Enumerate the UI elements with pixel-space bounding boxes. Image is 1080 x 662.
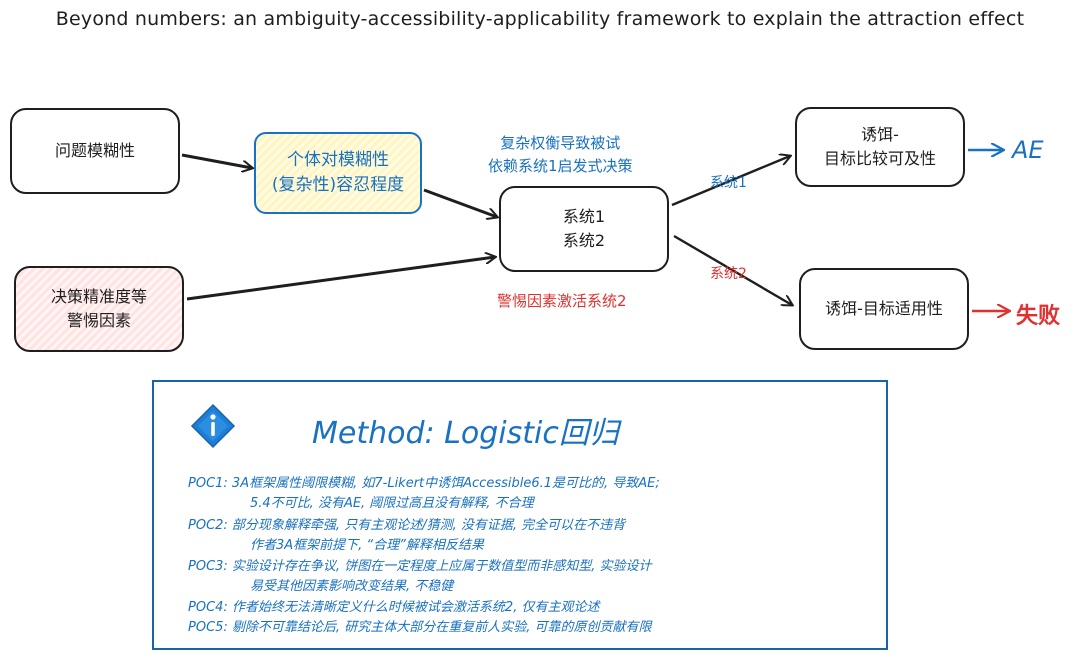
node-ambiguity-line: 问题模糊性 (54, 141, 135, 160)
node-systems-line-2: 系统2 (562, 231, 606, 250)
edge-label-system2: 系统2 (710, 266, 747, 282)
node-accessibility-line-1: 诱饵- (861, 125, 899, 144)
poc4-line-1: POC4: 作者始终无法清晰定义什么时候被试会激活系统2, 仅有主观论述 (188, 600, 600, 615)
node-vigilance-line-2: 警惕因素 (66, 311, 131, 330)
node-vigilance-line-1: 决策精准度等 (50, 287, 147, 306)
poc3-line-2: 易受其他因素影响改变结果, 不稳健 (250, 579, 454, 594)
poc2-line-1: POC2: 部分现象解释牵强, 只有主观论述/猜测, 没有证据, 完全可以在不违… (188, 518, 626, 533)
poc1-line-2: 5.4不可比, 没有AE, 阈限过高且没有解释, 不合理 (250, 496, 534, 511)
edge-vigilance-to-systems (186, 257, 495, 301)
node-vigilance: 决策精准度等 警惕因素 (14, 266, 184, 352)
edge-ambiguity-to-tolerance (181, 153, 252, 168)
node-tolerance-line-2: (复杂性)容忍程度 (271, 175, 405, 195)
node-tolerance-line-1: 个体对模糊性 (286, 149, 389, 170)
label-tradeoff: 复杂权衡导致被试 依赖系统1启发式决策 (488, 132, 633, 179)
node-accessibility-line-2: 目标比较可及性 (823, 149, 936, 168)
label-tradeoff-line-1: 复杂权衡导致被试 (500, 134, 621, 152)
edge-label-system1: 系统1 (710, 175, 747, 191)
poc2-line-2: 作者3A框架前提下, “合理”解释相反结果 (250, 538, 484, 553)
label-vigilance-activates: 警惕因素激活系统2 (497, 292, 627, 310)
poc1-line-1: POC1: 3A框架属性阈限模糊, 如7-Likert中诱饵Accessible… (188, 476, 660, 491)
poc3-line-1: POC3: 实验设计存在争议, 饼图在一定程度上应属于数值型而非感知型, 实验设… (188, 559, 652, 574)
edge-tolerance-to-systems (423, 188, 497, 217)
node-tolerance: 个体对模糊性 (复杂性)容忍程度 (254, 132, 422, 214)
node-systems: 系统1 系统2 (499, 186, 669, 272)
node-applicability-line: 诱饵-目标适用性 (825, 299, 943, 318)
node-systems-line-1: 系统1 (562, 207, 606, 226)
node-applicability: 诱饵-目标适用性 (799, 268, 969, 350)
method-title: Method: Logistic回归 (312, 416, 619, 451)
outcome-fail: 失败 (1016, 304, 1061, 329)
outcome-ae: AE (1012, 136, 1044, 164)
node-accessibility: 诱饵- 目标比较可及性 (795, 107, 965, 187)
label-tradeoff-line-2: 依赖系统1启发式决策 (488, 157, 633, 176)
node-ambiguity: 问题模糊性 (10, 108, 180, 194)
diagram-canvas: Beyond numbers: an ambiguity-accessibili… (0, 0, 1080, 662)
poc5-line-1: POC5: 剔除不可靠结论后, 研究主体大部分在重复前人实验, 可靠的原创贡献有… (188, 620, 652, 635)
info-icon (190, 403, 236, 449)
